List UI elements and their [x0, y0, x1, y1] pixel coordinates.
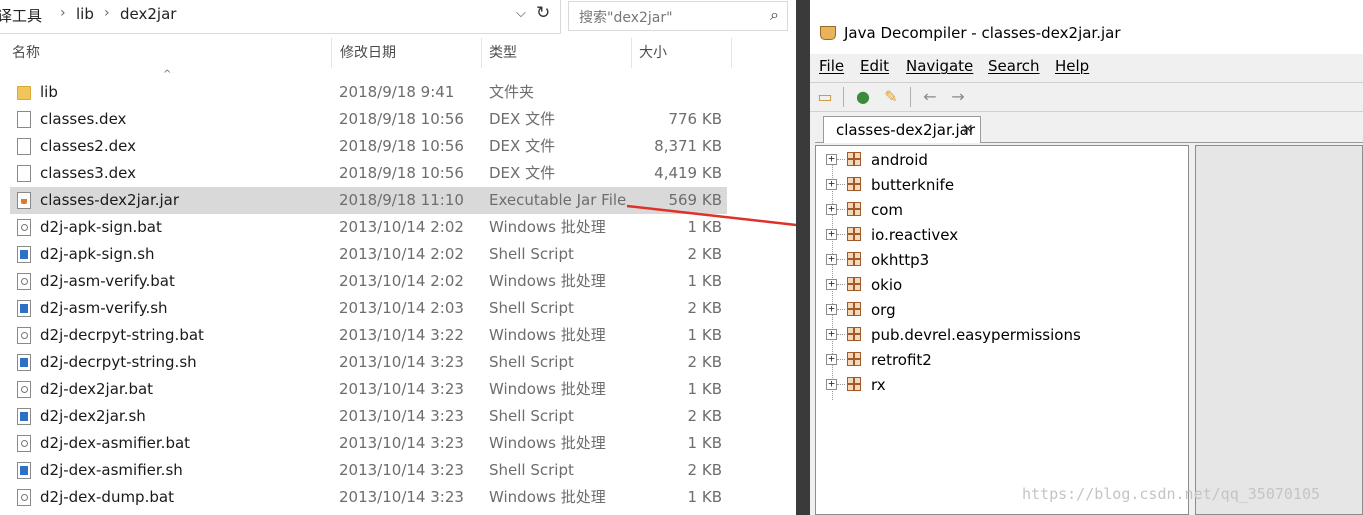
back-arrow-icon[interactable]: ←: [920, 87, 940, 107]
menu-file[interactable]: File: [819, 57, 844, 75]
package-label: retrofit2: [871, 351, 932, 369]
package-icon: [847, 352, 861, 366]
menu-help[interactable]: Help: [1055, 57, 1089, 75]
toolbar-separator: [910, 87, 911, 107]
package-label: io.reactivex: [871, 226, 959, 244]
menu-navigate[interactable]: Navigate: [906, 57, 973, 75]
tree-connector: [837, 184, 845, 185]
tree-node-package[interactable]: + butterknife: [826, 174, 1166, 196]
tree-connector: [837, 334, 845, 335]
expand-plus-icon[interactable]: +: [826, 303, 837, 315]
package-icon: [847, 327, 861, 341]
tab-classes-dex2jar[interactable]: classes-dex2jar.jar ×: [823, 116, 981, 143]
toolbar: ▭ ● ✎ ← →: [810, 82, 1363, 112]
package-label: android: [871, 151, 928, 169]
tree-connector: [837, 284, 845, 285]
package-icon: [847, 152, 861, 166]
tree-connector: [837, 384, 845, 385]
package-icon: [847, 177, 861, 191]
tree-node-package[interactable]: + pub.devrel.easypermissions: [826, 324, 1166, 346]
tree-connector: [837, 159, 845, 160]
expand-plus-icon[interactable]: +: [826, 178, 837, 190]
package-label: okhttp3: [871, 251, 930, 269]
tab-label: classes-dex2jar.jar: [836, 121, 976, 139]
source-view: [1195, 145, 1363, 515]
tree-connector: [837, 359, 845, 360]
expand-plus-icon[interactable]: +: [826, 253, 837, 265]
java-decompiler-window: Java Decompiler - classes-dex2jar.jar Fi…: [810, 14, 1363, 515]
expand-plus-icon[interactable]: +: [826, 228, 837, 240]
watermark: https://blog.csdn.net/qq_35070105: [1022, 485, 1321, 503]
window-gap: [796, 0, 810, 515]
tree-node-package[interactable]: + io.reactivex: [826, 224, 1166, 246]
tree-connector: [837, 259, 845, 260]
package-label: com: [871, 201, 904, 219]
tree-node-package[interactable]: + rx: [826, 374, 1166, 396]
package-icon: [847, 377, 861, 391]
arrow-line: [626, 204, 806, 228]
tree-node-package[interactable]: + com: [826, 199, 1166, 221]
expand-plus-icon[interactable]: +: [826, 278, 837, 290]
open-type-icon[interactable]: ●: [853, 87, 873, 107]
package-label: pub.devrel.easypermissions: [871, 326, 1081, 344]
expand-plus-icon[interactable]: +: [826, 378, 837, 390]
package-label: rx: [871, 376, 886, 394]
package-icon: [847, 227, 861, 241]
close-icon[interactable]: ×: [962, 121, 974, 137]
package-tree: + android + butterknife + com + io.reactivex + ok…: [815, 145, 1189, 515]
toolbar-separator: [843, 87, 844, 107]
package-label: butterknife: [871, 176, 955, 194]
package-label: okio: [871, 276, 903, 294]
tree-node-package[interactable]: + okio: [826, 274, 1166, 296]
search-icon[interactable]: ✎: [881, 87, 901, 107]
tree-node-package[interactable]: + android: [826, 149, 1166, 171]
tree-node-package[interactable]: + retrofit2: [826, 349, 1166, 371]
tree-node-package[interactable]: + okhttp3: [826, 249, 1166, 271]
tree-connector: [837, 309, 845, 310]
window-title: Java Decompiler - classes-dex2jar.jar: [844, 24, 1121, 42]
tree-node-package[interactable]: + org: [826, 299, 1166, 321]
expand-plus-icon[interactable]: +: [826, 328, 837, 340]
package-icon: [847, 202, 861, 216]
menu-edit[interactable]: Edit: [860, 57, 889, 75]
package-icon: [847, 302, 861, 316]
open-folder-icon[interactable]: ▭: [815, 87, 835, 107]
forward-arrow-icon[interactable]: →: [948, 87, 968, 107]
package-icon: [847, 277, 861, 291]
coffee-cup-icon: [820, 26, 836, 40]
menu-bar: File Edit Navigate Search Help: [810, 54, 1363, 80]
package-icon: [847, 252, 861, 266]
tree-connector: [837, 209, 845, 210]
package-label: org: [871, 301, 896, 319]
menu-search[interactable]: Search: [988, 57, 1040, 75]
expand-plus-icon[interactable]: +: [826, 153, 837, 165]
expand-plus-icon[interactable]: +: [826, 203, 837, 215]
title-bar[interactable]: Java Decompiler - classes-dex2jar.jar: [810, 14, 1363, 54]
expand-plus-icon[interactable]: +: [826, 353, 837, 365]
tree-connector: [837, 234, 845, 235]
tab-bar: classes-dex2jar.jar ×: [815, 114, 1363, 143]
